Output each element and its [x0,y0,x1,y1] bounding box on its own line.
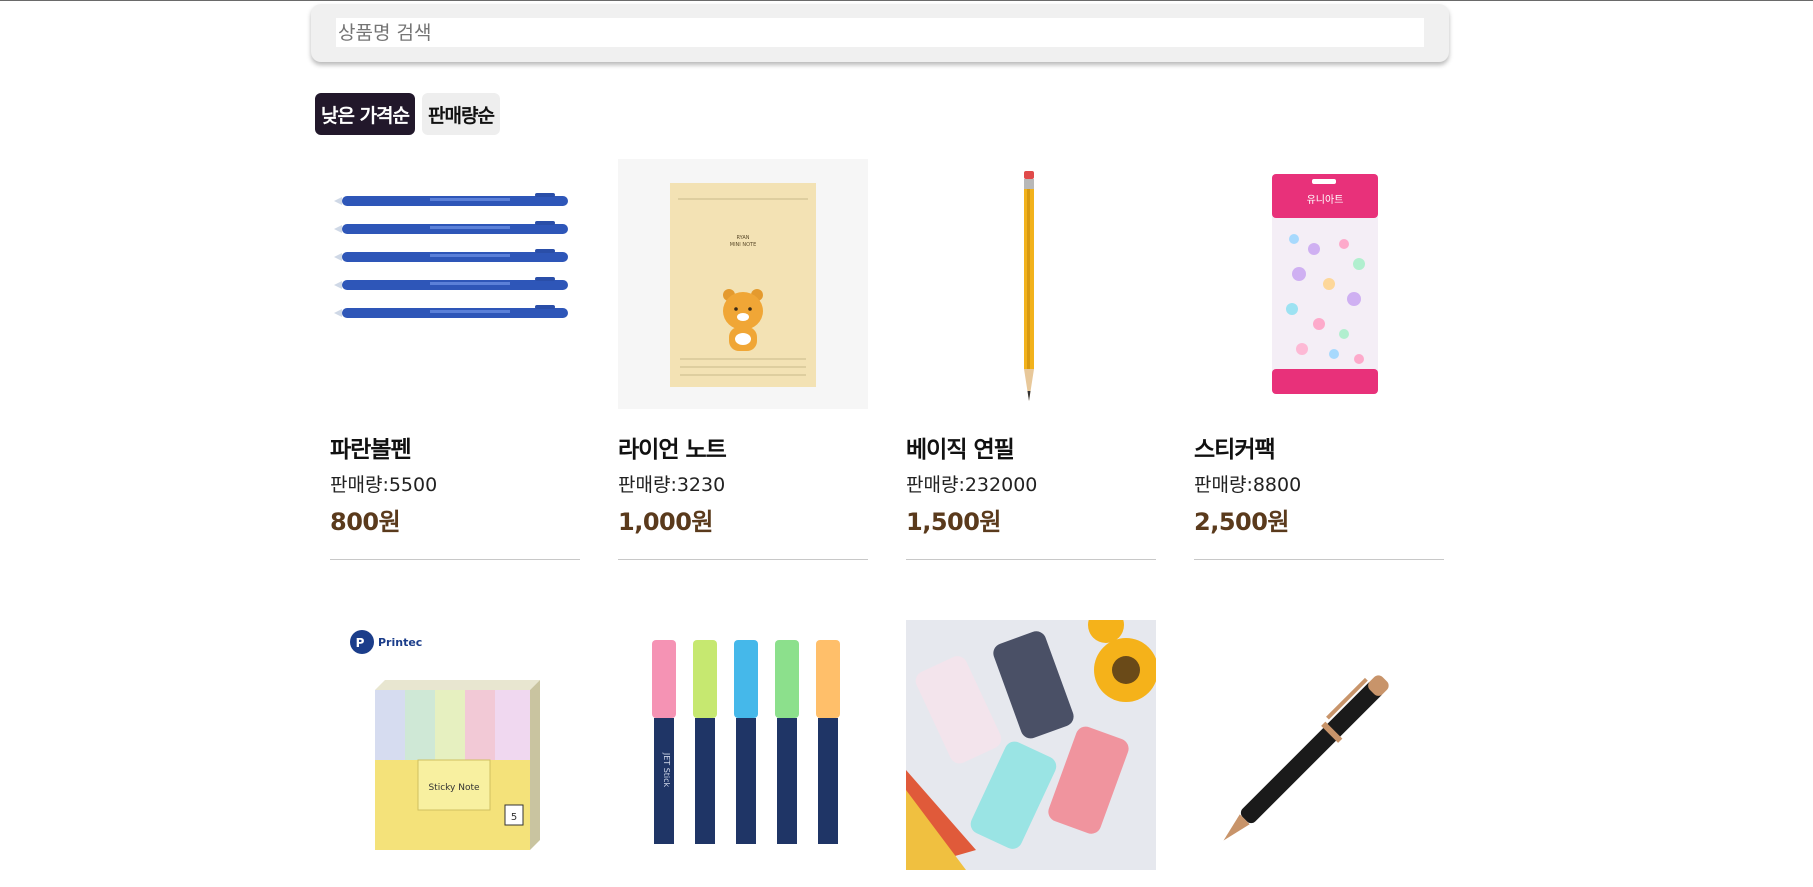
product-price: 800원 [330,508,401,536]
svg-text:JET Stick: JET Stick [662,752,671,788]
pastel-markers-image: JET Stick [618,620,868,870]
product-card[interactable]: JET Stick [618,620,868,870]
product-card[interactable] [1194,620,1444,870]
sticky-note-cube-image: P Printec Sticky Note 5 [330,620,580,870]
product-name: 베이직 연필 [906,437,1015,463]
phone-cases-image [906,620,1156,870]
svg-text:Sticky Note: Sticky Note [428,783,480,793]
search-bar [311,4,1449,62]
product-price: 2,500원 [1194,508,1290,536]
sort-low-price-button[interactable]: 낮은 가격순 [315,93,416,135]
card-divider [330,559,580,560]
sticker-pack-image: 유니아트 [1194,159,1444,409]
svg-text:5: 5 [511,812,517,823]
card-divider [906,559,1156,560]
sort-bar: 낮은 가격순 판매량순 [315,93,500,135]
product-card[interactable]: P Printec Sticky Note 5 [330,620,580,870]
product-grid-row-2: P Printec Sticky Note 5 JET Stick [330,620,1444,870]
product-sales: 판매량:3230 [618,474,726,496]
card-divider [1194,559,1444,560]
product-card[interactable]: 유니아트 스티커팩 판매량:8800 2,500원 [1194,159,1444,620]
search-input[interactable] [336,18,1424,47]
product-price: 1,500원 [906,508,1002,536]
product-price: 1,000원 [618,508,714,536]
top-rule [0,0,1813,1]
product-grid: 파란볼펜 판매량:5500 800원 RYAN MINI NOTE 라이언 노트… [330,159,1444,620]
card-divider [618,559,868,560]
product-card[interactable]: 파란볼펜 판매량:5500 800원 [330,159,580,620]
blue-ballpoint-pens-image [330,159,580,409]
svg-text:RYAN: RYAN [737,235,750,241]
svg-text:MINI NOTE: MINI NOTE [730,242,756,248]
svg-text:유니아트: 유니아트 [1307,194,1344,206]
product-card[interactable] [906,620,1156,870]
ryan-notebook-image: RYAN MINI NOTE [618,159,868,409]
product-sales: 판매량:8800 [1194,474,1302,496]
sort-sales-button[interactable]: 판매량순 [422,93,500,135]
product-name: 라이언 노트 [618,437,727,463]
product-card[interactable]: RYAN MINI NOTE 라이언 노트 판매량:3230 1,000원 [618,159,868,620]
fountain-pen-image [1194,620,1444,870]
product-card[interactable]: 베이직 연필 판매량:232000 1,500원 [906,159,1156,620]
svg-text:P: P [356,636,365,650]
product-sales: 판매량:232000 [906,474,1038,496]
yellow-pencil-image [906,159,1156,409]
product-name: 스티커팩 [1194,437,1276,463]
product-name: 파란볼펜 [330,437,412,463]
svg-text:Printec: Printec [378,636,422,649]
product-sales: 판매량:5500 [330,474,438,496]
